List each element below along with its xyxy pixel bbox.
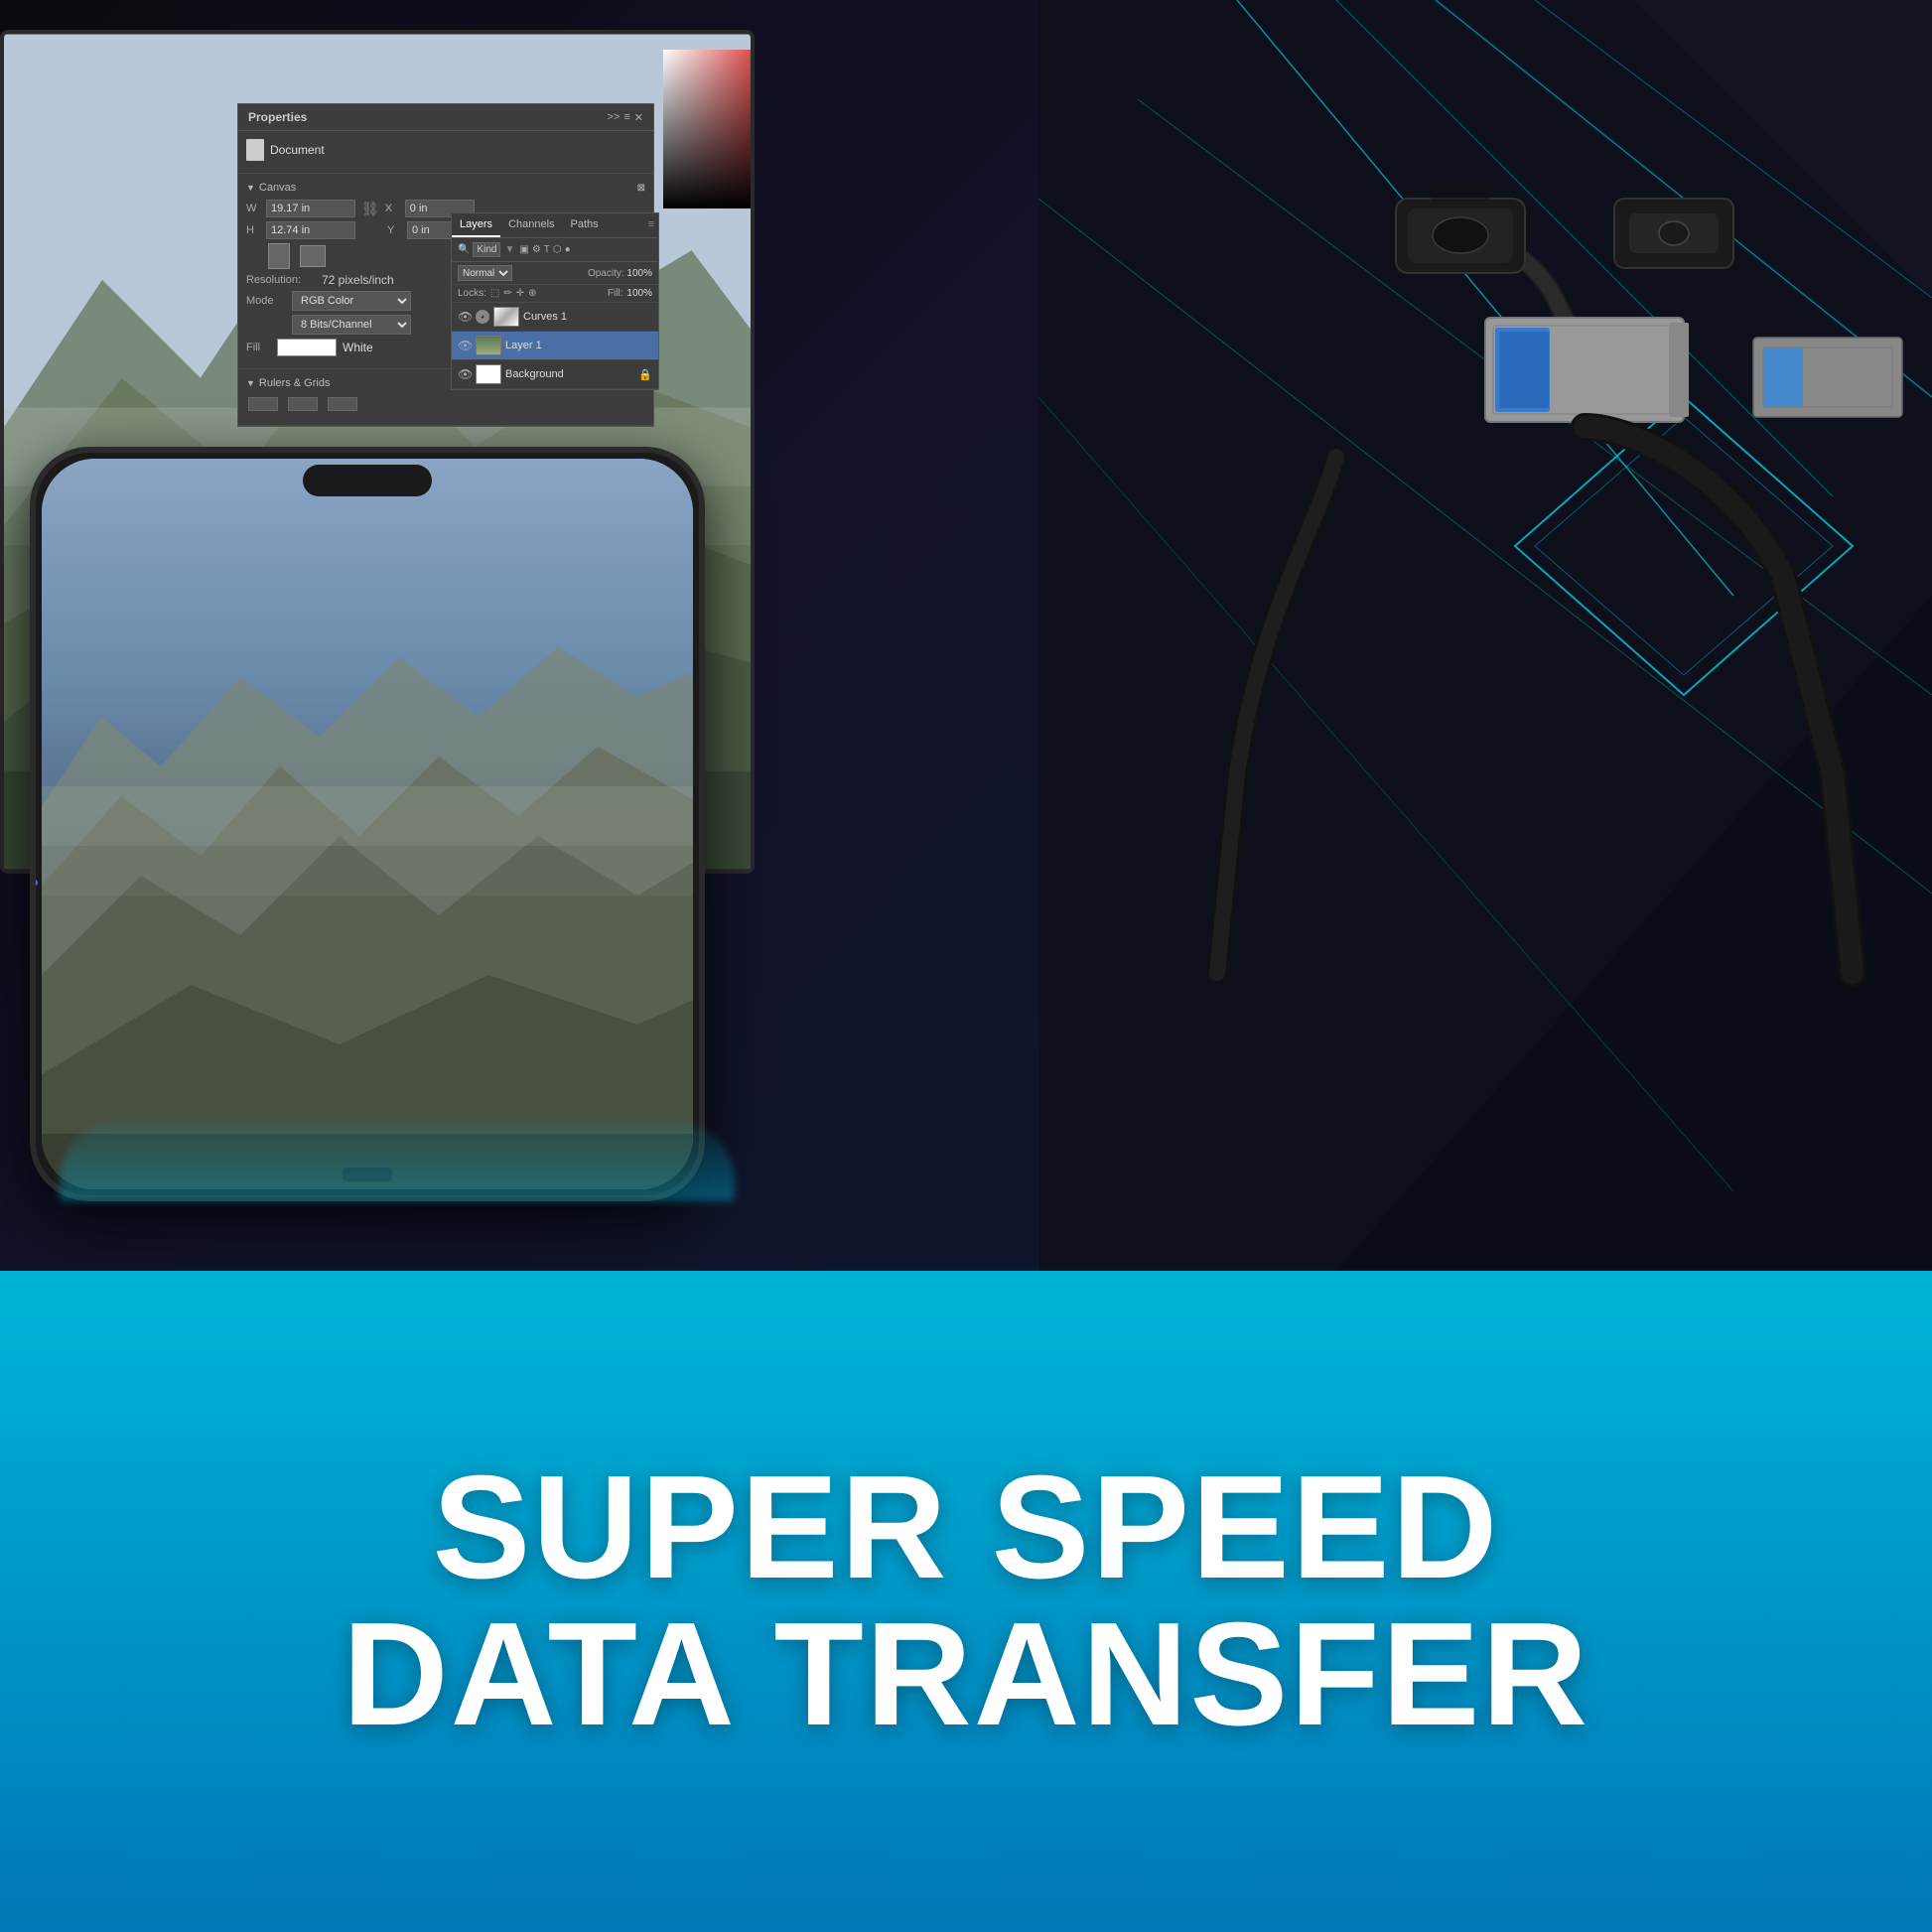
usb-section	[1038, 79, 1932, 1072]
opacity-label-text: Opacity:	[588, 268, 624, 279]
ps-panel-title: Properties	[248, 110, 307, 124]
ps-fill-value: White	[343, 341, 373, 354]
main-container: Properties >> ≡ ✕ Document	[0, 0, 1932, 1932]
phone-container	[30, 447, 705, 1201]
layer-eye-layer1[interactable]: 👁	[458, 339, 472, 352]
ps-resolution-label: Resolution:	[246, 274, 316, 286]
headline-line1: SUPER SPEED	[343, 1454, 1589, 1601]
layers-panel-menu[interactable]: ≡	[644, 213, 658, 237]
color-picker-widget[interactable]	[663, 50, 755, 248]
headline-line2: DATA TRANSFER	[343, 1601, 1589, 1748]
ps-document-section: Document	[238, 131, 653, 174]
ps-h-label: H	[246, 224, 260, 236]
phone-side-button	[30, 731, 34, 780]
phone-reflection	[60, 1122, 735, 1201]
ps-y-label: Y	[387, 224, 401, 236]
search-icon: 🔍	[458, 244, 470, 255]
filter-pixel-icon[interactable]: ▣	[519, 244, 528, 255]
document-icon	[246, 139, 264, 161]
ps-panel-controls[interactable]: >> ≡ ✕	[608, 111, 644, 124]
ps-canvas-label: Canvas	[259, 182, 296, 194]
ps-menu-icon[interactable]: ≡	[623, 111, 629, 124]
ps-ruler-values-row	[246, 395, 645, 413]
ps-rulers-label: Rulers & Grids	[259, 377, 331, 389]
phone-led	[32, 880, 38, 886]
fill-value[interactable]: 100%	[626, 288, 652, 299]
ps-h-input[interactable]	[266, 221, 355, 239]
ps-canvas-collapse-icon[interactable]: ▼	[246, 183, 255, 193]
layer-thumb-curves	[493, 307, 519, 327]
top-section: Properties >> ≡ ✕ Document	[0, 0, 1932, 1271]
filter-shape-icon[interactable]: ⬡	[553, 244, 562, 255]
layer-item-curves[interactable]: 👁 ◕ Curves 1	[452, 303, 658, 332]
ps-x-label: X	[385, 203, 399, 214]
filter-smart-icon[interactable]: ●	[565, 244, 571, 255]
opacity-label: Opacity: 100%	[588, 268, 652, 279]
ps-panel-header: Properties >> ≡ ✕	[238, 104, 653, 131]
lock-artboard-icon[interactable]: ⊕	[528, 288, 536, 299]
layers-locks-row: Locks: ⬚ ✏ ✛ ⊕ Fill: 100%	[452, 285, 658, 303]
kind-label[interactable]: Kind	[473, 242, 500, 257]
ps-w-input[interactable]	[266, 200, 355, 217]
ps-fill-color-swatch[interactable]	[277, 339, 337, 356]
tab-layers[interactable]: Layers	[452, 213, 500, 237]
layer-settings-curves: ◕	[476, 310, 489, 324]
layers-toolbar: 🔍 Kind ▼ ▣ ⚙ T ⬡ ●	[452, 238, 658, 262]
ps-mode-dropdown[interactable]: RGB Color	[292, 291, 411, 311]
tab-channels[interactable]: Channels	[500, 213, 562, 237]
main-headline: SUPER SPEED DATA TRANSFER	[343, 1454, 1589, 1748]
locks-label: Locks:	[458, 288, 486, 299]
layer-eye-background[interactable]: 👁	[458, 367, 472, 381]
lock-position-icon[interactable]: ✛	[516, 288, 524, 299]
ps-portrait-icon[interactable]	[268, 243, 290, 269]
kind-dropdown-arrow[interactable]: ▼	[504, 244, 514, 255]
layer-lock-icon: 🔒	[638, 368, 652, 381]
lock-transparent-icon[interactable]: ⬚	[490, 288, 499, 299]
layer-item-layer1[interactable]: 👁 Layer 1	[452, 332, 658, 360]
usb-c-connector	[1396, 187, 1575, 338]
phone-notch	[303, 465, 432, 496]
phone-body	[30, 447, 705, 1201]
ps-canvas-expand-icon[interactable]: ⊠	[637, 183, 645, 194]
ps-link-icon: ⛓	[361, 201, 379, 217]
lock-image-icon[interactable]: ✏	[503, 288, 511, 299]
bottom-section: SUPER SPEED DATA TRANSFER	[0, 1271, 1932, 1932]
tab-paths[interactable]: Paths	[563, 213, 607, 237]
ps-close-icon[interactable]: ✕	[634, 111, 643, 124]
ps-expand-icon[interactable]: >>	[608, 111, 621, 124]
fill-label: Fill:	[608, 288, 623, 299]
layer-name-curves: Curves 1	[523, 311, 652, 323]
layers-blend-row: Normal Opacity: 100%	[452, 262, 658, 285]
layer-thumb-background	[476, 364, 501, 384]
layer-name-layer1: Layer 1	[505, 340, 652, 351]
layers-panel: Layers Channels Paths ≡ 🔍 Kind ▼ ▣ ⚙ T	[451, 212, 659, 390]
ps-canvas-header: ▼ Canvas ⊠	[246, 182, 645, 194]
ps-mode-label: Mode	[246, 295, 286, 307]
layer-thumb-layer1	[476, 336, 501, 355]
ps-depth-dropdown[interactable]: 8 Bits/Channel	[292, 315, 411, 335]
ps-document-label: Document	[270, 143, 325, 157]
ps-rulers-collapse-icon[interactable]: ▼	[246, 378, 255, 388]
ps-w-label: W	[246, 203, 260, 214]
phone-screen	[42, 459, 693, 1189]
blend-mode-dropdown[interactable]: Normal	[458, 265, 512, 281]
filter-type-icon[interactable]: T	[544, 244, 550, 255]
opacity-value[interactable]: 100%	[626, 268, 652, 279]
layers-tabs: Layers Channels Paths ≡	[452, 213, 658, 238]
layer-item-background[interactable]: 👁 Background 🔒	[452, 360, 658, 389]
ps-document-row: Document	[246, 139, 645, 161]
ps-fill-label: Fill	[246, 342, 271, 353]
ps-landscape-icon[interactable]	[300, 245, 326, 267]
layer-eye-curves[interactable]: 👁	[458, 310, 472, 324]
filter-adjust-icon[interactable]: ⚙	[532, 244, 541, 255]
ps-resolution-value: 72 pixels/inch	[322, 273, 394, 287]
layer-name-background: Background	[505, 368, 634, 380]
